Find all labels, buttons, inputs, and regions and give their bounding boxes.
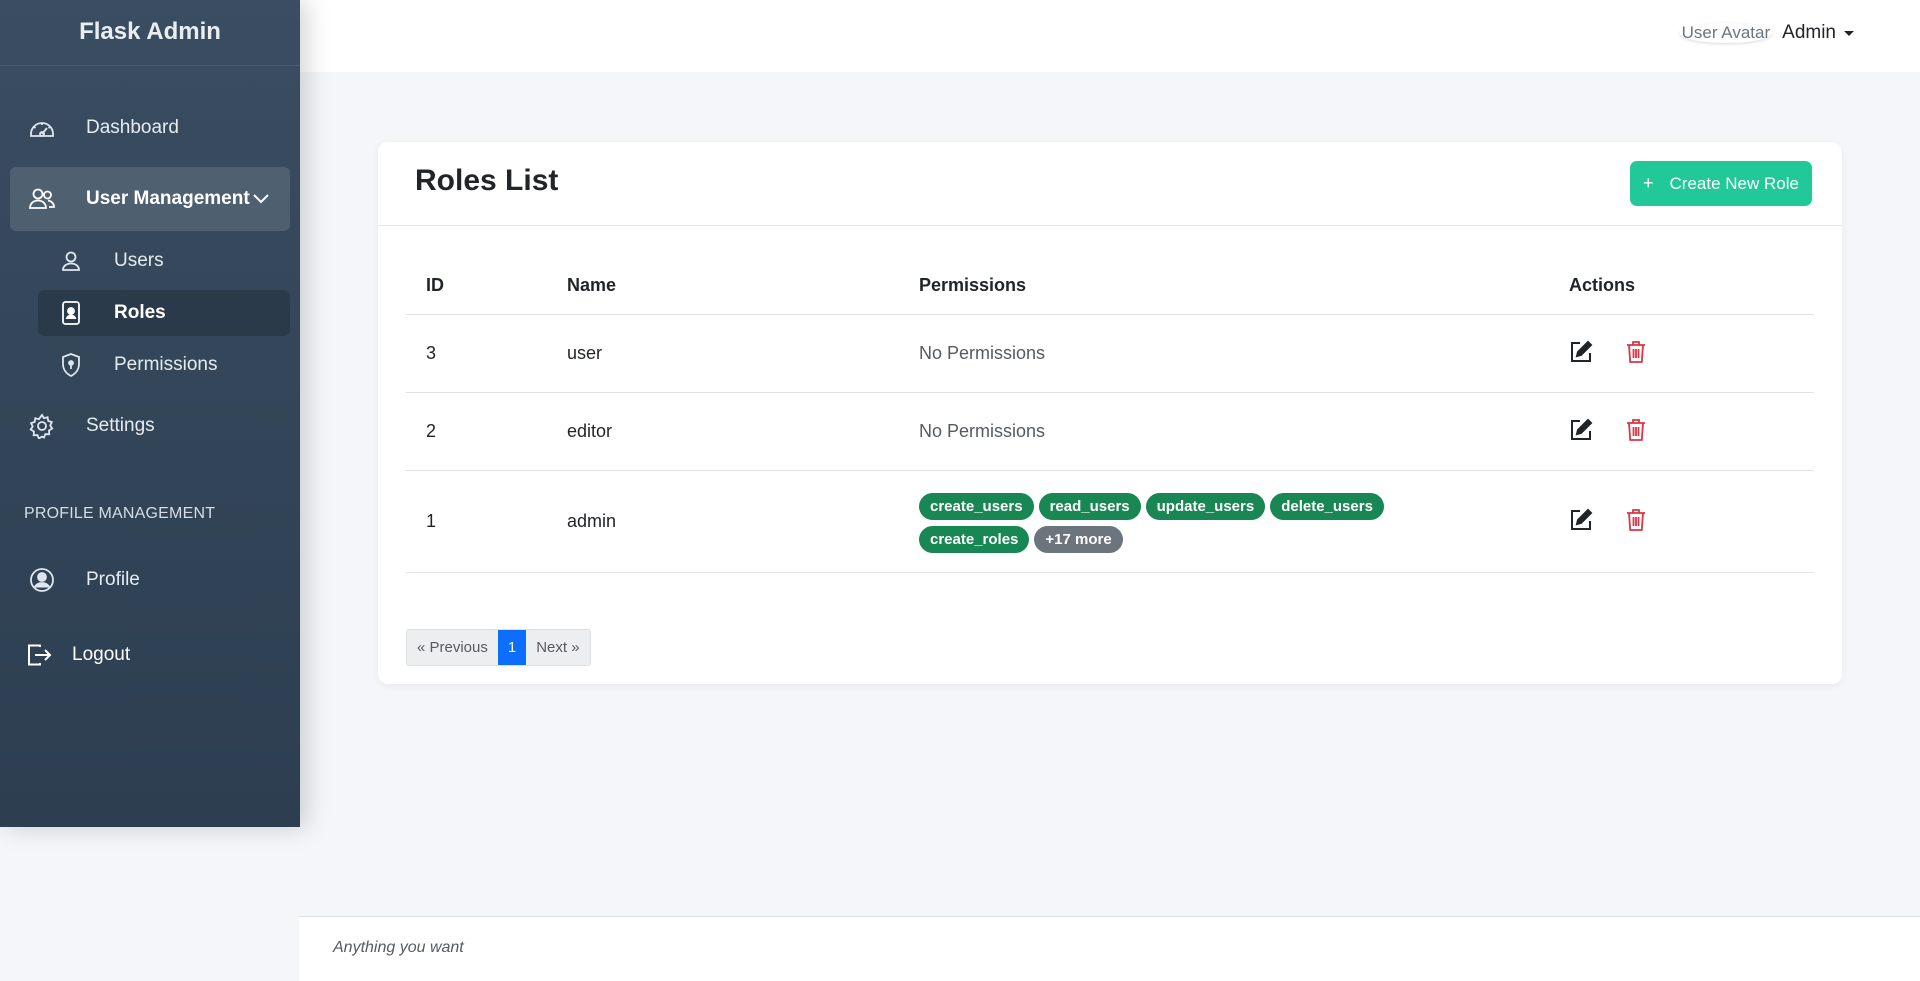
card-header: Roles List + Create New Role <box>378 142 1842 226</box>
top-navbar: User Avatar Admin <box>300 0 1920 72</box>
create-new-role-button[interactable]: + Create New Role <box>1630 161 1812 206</box>
logout-icon <box>26 643 52 667</box>
create-new-role-label: Create New Role <box>1669 173 1799 193</box>
row-actions <box>1509 470 1814 573</box>
sidebar-item-label: Profile <box>86 569 140 590</box>
role-permissions: No Permissions <box>899 392 1509 471</box>
table-header-row: ID Name Permissions Actions <box>406 258 1814 315</box>
row-actions <box>1509 392 1814 471</box>
user-name[interactable]: Admin <box>1782 22 1836 44</box>
edit-icon[interactable] <box>1567 338 1595 366</box>
row-actions <box>1509 314 1814 393</box>
sidebar-item-label: Users <box>114 250 164 271</box>
column-header-permissions: Permissions <box>899 258 1509 315</box>
sidebar-item-label: Settings <box>86 415 155 436</box>
more-permissions-badge[interactable]: +17 more <box>1034 526 1123 553</box>
column-header-id: ID <box>406 258 547 315</box>
permission-badge: create_roles <box>919 526 1030 553</box>
logout-link[interactable]: Logout <box>0 636 300 674</box>
role-name: user <box>547 314 899 393</box>
permission-badges: create_users read_users update_users del… <box>919 489 1499 553</box>
trash-icon[interactable] <box>1622 416 1650 444</box>
sidebar-item-user-management[interactable]: User Management <box>10 167 290 231</box>
caret-down-icon <box>1844 30 1854 36</box>
sidebar-item-dashboard[interactable]: Dashboard <box>10 96 290 160</box>
edit-icon[interactable] <box>1567 416 1595 444</box>
id-badge-icon <box>58 300 84 326</box>
role-permissions: create_users read_users update_users del… <box>899 470 1509 573</box>
footer: Anything you want <box>299 916 1920 981</box>
section-label-profile-management: PROFILE MANAGEMENT <box>24 505 216 522</box>
role-permissions: No Permissions <box>899 314 1509 393</box>
permission-badge: read_users <box>1038 493 1141 520</box>
sidebar-item-settings[interactable]: Settings <box>10 394 290 458</box>
role-id: 2 <box>406 392 547 471</box>
sidebar-item-label: Dashboard <box>86 117 179 138</box>
permission-badge: update_users <box>1145 493 1266 520</box>
shield-icon <box>58 352 84 378</box>
trash-icon[interactable] <box>1622 338 1650 366</box>
plus-icon: + <box>1643 173 1654 193</box>
users-icon <box>28 185 56 213</box>
sidebar-item-roles[interactable]: Roles <box>38 290 290 336</box>
footer-text: Anything you want <box>333 939 464 956</box>
sidebar-item-profile[interactable]: Profile <box>10 548 290 612</box>
table-row: 2 editor No Permissions <box>406 392 1814 471</box>
permission-badge: create_users <box>919 493 1034 520</box>
pagination: « Previous 1 Next » <box>406 629 591 666</box>
trash-icon[interactable] <box>1622 506 1650 534</box>
role-name: editor <box>547 392 899 471</box>
role-name: admin <box>547 470 899 573</box>
user-icon <box>58 248 84 274</box>
dashboard-gauge-icon <box>28 114 56 142</box>
sidebar-item-label: User Management <box>86 188 250 209</box>
gear-icon <box>28 412 56 440</box>
sidebar-item-permissions[interactable]: Permissions <box>38 342 290 388</box>
user-circle-icon <box>28 566 56 594</box>
sidebar-item-users[interactable]: Users <box>38 238 290 284</box>
sidebar: Flask Admin Dashboard User Management Us… <box>0 0 300 827</box>
table-row: 3 user No Permissions <box>406 314 1814 393</box>
role-id: 1 <box>406 470 547 573</box>
logout-label: Logout <box>72 644 131 665</box>
chevron-down-icon <box>252 189 270 211</box>
pagination-page-current[interactable]: 1 <box>497 630 527 665</box>
column-header-name: Name <box>547 258 899 315</box>
brand-title[interactable]: Flask Admin <box>0 0 300 66</box>
roles-card: Roles List + Create New Role ID Name Per… <box>378 142 1842 684</box>
sidebar-item-label: Roles <box>114 302 166 323</box>
roles-table: ID Name Permissions Actions 3 user No Pe… <box>406 258 1814 573</box>
user-avatar[interactable]: User Avatar <box>1680 23 1773 43</box>
page-title: Roles List <box>415 164 559 197</box>
user-dropdown-toggle[interactable]: User Avatar Admin <box>1680 22 1854 44</box>
permission-badge: delete_users <box>1270 493 1384 520</box>
pagination-next[interactable]: Next » <box>526 630 590 665</box>
edit-icon[interactable] <box>1567 506 1595 534</box>
table-row: 1 admin create_users read_users update_u… <box>406 470 1814 573</box>
column-header-actions: Actions <box>1509 258 1814 315</box>
role-id: 3 <box>406 314 547 393</box>
sidebar-item-label: Permissions <box>114 354 218 375</box>
pagination-previous[interactable]: « Previous <box>407 630 498 665</box>
